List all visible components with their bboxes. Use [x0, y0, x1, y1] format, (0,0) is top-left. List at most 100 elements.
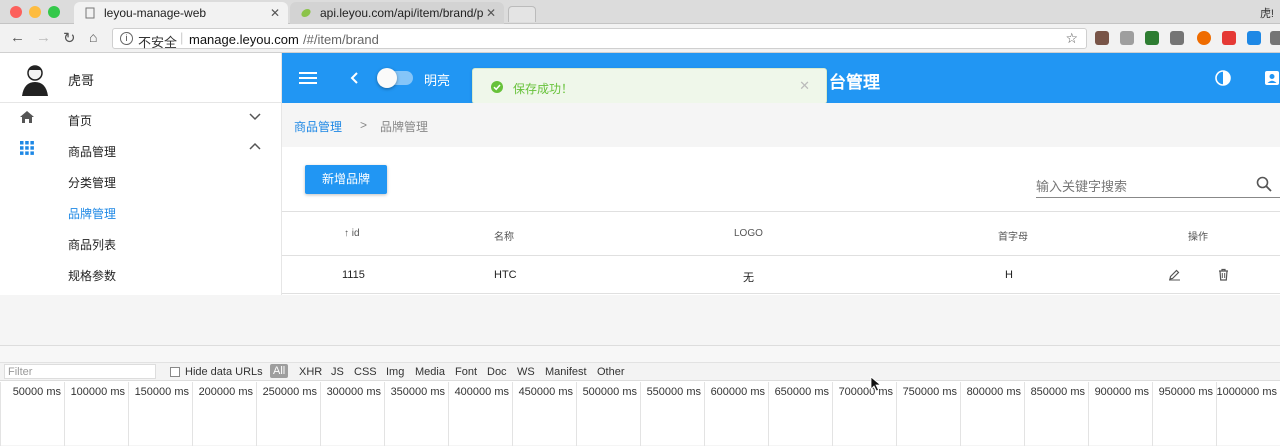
contrast-icon[interactable]: [1215, 70, 1231, 86]
hide-data-urls-checkbox[interactable]: [170, 367, 180, 377]
cell-letter: H: [1005, 269, 1013, 281]
divider: |: [180, 30, 184, 45]
home-page-icon[interactable]: ⌂: [89, 29, 97, 45]
timeline-tick-label: 650000 ms: [774, 386, 829, 398]
timeline-tick-label: 300000 ms: [326, 386, 381, 398]
timeline-tick-label: 500000 ms: [582, 386, 637, 398]
chevron-up-icon[interactable]: [248, 140, 262, 154]
add-brand-button[interactable]: 新增品牌: [305, 165, 387, 194]
devtools-network-panel: Filter Hide data URLs All XHR JS CSS Img…: [0, 345, 1280, 446]
search-input[interactable]: 输入关键字搜索: [1036, 176, 1127, 195]
network-filter-bar: Filter Hide data URLs All XHR JS CSS Img…: [0, 363, 1280, 381]
chevron-down-icon[interactable]: [248, 109, 262, 123]
timeline-tick: 800000 ms: [960, 382, 1024, 446]
timeline-tick-label: 850000 ms: [1030, 386, 1085, 398]
timeline-tick: 650000 ms: [768, 382, 832, 446]
timeline-tick-label: 1000000 ms: [1216, 386, 1277, 398]
toggle-label: 明亮: [424, 73, 451, 88]
timeline-tick: 100000 ms: [64, 382, 128, 446]
timeline-tick: 1000000 ms: [1216, 382, 1280, 446]
edit-icon[interactable]: [1168, 268, 1181, 281]
timeline-tick: 950000 ms: [1152, 382, 1216, 446]
sidebar-item-product-list[interactable]: 商品列表: [0, 227, 282, 258]
minimize-window-button[interactable]: [29, 6, 41, 18]
chevron-left-icon[interactable]: [349, 71, 359, 85]
extension-icon[interactable]: [1170, 31, 1184, 45]
filter-input[interactable]: Filter: [4, 364, 156, 379]
extension-icon[interactable]: [1197, 31, 1211, 45]
timeline-tick: 450000 ms: [512, 382, 576, 446]
profile-label[interactable]: 虎!: [1260, 5, 1274, 21]
timeline-tick-label: 350000 ms: [390, 386, 445, 398]
search-field[interactable]: 输入关键字搜索: [1036, 170, 1280, 198]
theme-toggle[interactable]: [377, 68, 413, 88]
info-icon[interactable]: i: [120, 32, 133, 45]
tab-title: leyou-manage-web: [104, 6, 207, 20]
timeline-tick: 350000 ms: [384, 382, 448, 446]
sidebar-item-spec-params[interactable]: 规格参数: [0, 258, 282, 289]
filter-xhr[interactable]: XHR: [299, 366, 322, 378]
close-tab-icon[interactable]: ✕: [486, 6, 496, 20]
home-icon: [20, 111, 34, 123]
tab-api-brand[interactable]: api.leyou.com/api/item/brand/p ✕: [290, 2, 504, 24]
forward-icon[interactable]: →: [36, 29, 51, 46]
divider: [282, 211, 1280, 212]
filter-css[interactable]: CSS: [354, 366, 377, 378]
mouse-cursor-icon: [870, 376, 882, 392]
address-bar[interactable]: i 不安全 | manage.leyou.com /#/item/brand ☆: [112, 28, 1087, 50]
account-icon[interactable]: [1264, 70, 1280, 86]
browser-tab-bar: leyou-manage-web ✕ api.leyou.com/api/ite…: [0, 0, 1280, 24]
timeline-tick: 300000 ms: [320, 382, 384, 446]
extension-icon[interactable]: [1222, 31, 1236, 45]
security-label: 不安全: [138, 35, 178, 50]
leaf-icon: [301, 8, 311, 18]
extension-icon[interactable]: [1270, 31, 1280, 45]
sidebar-item-brand[interactable]: 品牌管理: [0, 196, 282, 227]
extension-icon[interactable]: [1247, 31, 1261, 45]
filter-doc[interactable]: Doc: [487, 366, 507, 378]
sidebar-item-product-management[interactable]: 商品管理: [0, 134, 282, 165]
sidebar-item-category[interactable]: 分类管理: [0, 165, 282, 196]
filter-ws[interactable]: WS: [517, 366, 535, 378]
filter-img[interactable]: Img: [386, 366, 404, 378]
user-name: 虎哥: [68, 73, 95, 88]
timeline-tick: 550000 ms: [640, 382, 704, 446]
filter-js[interactable]: JS: [331, 366, 344, 378]
search-icon[interactable]: [1256, 176, 1272, 192]
sidebar-item-home[interactable]: 首页: [0, 103, 282, 134]
delete-icon[interactable]: [1217, 268, 1230, 281]
back-icon[interactable]: ←: [10, 29, 25, 46]
close-icon[interactable]: ✕: [799, 78, 810, 94]
tab-leyou-manage-web[interactable]: leyou-manage-web ✕: [74, 2, 288, 24]
new-tab-button[interactable]: [508, 6, 536, 22]
timeline-tick-label: 100000 ms: [70, 386, 125, 398]
filter-other[interactable]: Other: [597, 366, 625, 378]
filter-all[interactable]: All: [270, 364, 289, 378]
vue-devtools-icon[interactable]: [1145, 31, 1159, 45]
column-header-id[interactable]: ↑ id: [344, 228, 360, 239]
reload-icon[interactable]: ↻: [63, 29, 76, 47]
column-header-actions: 操作: [1188, 232, 1208, 243]
timeline-tick: 700000 ms: [832, 382, 896, 446]
avatar: [22, 65, 48, 96]
breadcrumb-parent[interactable]: 商品管理: [294, 118, 342, 135]
menu-icon[interactable]: [299, 71, 317, 85]
timeline-tick-label: 400000 ms: [454, 386, 509, 398]
url-host: manage.leyou.com: [189, 32, 299, 47]
extension-icon[interactable]: [1120, 31, 1134, 45]
filter-media[interactable]: Media: [415, 366, 445, 378]
close-tab-icon[interactable]: ✕: [270, 6, 280, 20]
divider: [282, 255, 1280, 256]
network-timeline: 50000 ms 100000 ms 150000 ms 200000 ms 25000…: [0, 382, 1280, 446]
filter-font[interactable]: Font: [455, 366, 477, 378]
filter-manifest[interactable]: Manifest: [545, 366, 587, 378]
zoom-window-button[interactable]: [48, 6, 60, 18]
column-header-logo[interactable]: LOGO: [734, 228, 763, 239]
column-header-name[interactable]: 名称: [494, 228, 514, 243]
close-window-button[interactable]: [10, 6, 22, 18]
timeline-tick: 250000 ms: [256, 382, 320, 446]
extension-icon[interactable]: [1095, 31, 1109, 45]
column-header-letter[interactable]: 首字母: [998, 228, 1028, 243]
bookmark-star-icon[interactable]: ☆: [1065, 30, 1078, 47]
timeline-tick: 900000 ms: [1088, 382, 1152, 446]
